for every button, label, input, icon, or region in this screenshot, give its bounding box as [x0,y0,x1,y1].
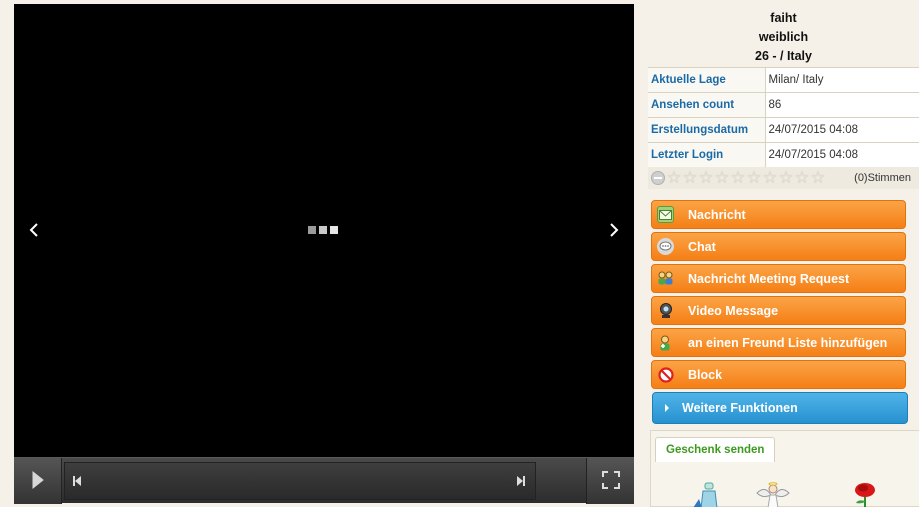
video-message-label: Video Message [688,303,779,318]
add-friend-icon [657,334,674,351]
message-icon [657,206,674,223]
chat-icon [657,238,674,255]
profile-panel: faiht weiblich 26 - / Italy Aktuelle Lag… [648,0,919,507]
meeting-label: Nachricht Meeting Request [688,271,850,286]
meeting-request-button[interactable]: Nachricht Meeting Request [651,264,906,293]
play-icon [31,470,45,493]
info-label: Erstellungsdatum [648,117,766,143]
star-icon[interactable]: ☆ [810,169,826,186]
info-value: 24/07/2015 04:08 [765,117,919,143]
info-value: 24/07/2015 04:08 [765,142,919,168]
gift-section: Geschenk senden [650,430,919,507]
star-icon[interactable]: ☆ [746,169,762,186]
message-label: Nachricht [688,207,746,222]
block-icon [657,366,674,383]
info-value: Milan/ Italy [765,67,919,93]
star-icon[interactable]: ☆ [682,169,698,186]
player-controls [14,457,634,504]
fullscreen-icon [601,470,621,493]
add-friend-label: an einen Freund Liste hinzufügen [688,335,888,350]
star-icon[interactable]: ☆ [778,169,794,186]
tab-send-gift[interactable]: Geschenk senden [655,437,776,462]
profile-name: faiht [770,11,797,25]
skip-forward-icon[interactable] [512,470,530,492]
profile-actions: Nachricht Chat Nachricht Meeting Request… [651,200,906,392]
perfume-gift-icon[interactable] [691,481,727,507]
add-friend-button[interactable]: an einen Freund Liste hinzufügen [651,328,906,357]
star-rating[interactable]: ☆ ☆ ☆ ☆ ☆ ☆ ☆ ☆ ☆ ☆ [666,169,826,186]
caret-right-icon [665,404,669,412]
profile-header: faiht weiblich 26 - / Italy [648,0,919,66]
star-icon[interactable]: ☆ [714,169,730,186]
table-row: Ansehen count 86 [648,92,919,118]
media-player [14,4,634,504]
profile-info-table: Aktuelle Lage Milan/ Italy Ansehen count… [648,67,919,168]
clear-rating-icon[interactable] [651,171,665,185]
star-icon[interactable]: ☆ [730,169,746,186]
video-stage[interactable] [14,4,634,457]
loading-dots-icon [308,226,338,234]
skip-back-icon[interactable] [68,470,86,492]
info-label: Aktuelle Lage [648,67,766,93]
chat-button[interactable]: Chat [651,232,906,261]
info-value: 86 [765,92,919,118]
chevron-left-icon[interactable] [22,218,46,242]
table-row: Aktuelle Lage Milan/ Italy [648,67,919,93]
block-label: Block [688,367,723,382]
star-icon[interactable]: ☆ [666,169,682,186]
rose-gift-icon[interactable] [847,481,883,507]
play-button[interactable] [14,458,62,504]
more-functions-button[interactable]: Weitere Funktionen [652,392,908,424]
chevron-right-icon[interactable] [602,218,626,242]
table-row: Letzter Login 24/07/2015 04:08 [648,142,919,168]
info-label: Ansehen count [648,92,766,118]
block-button[interactable]: Block [651,360,906,389]
more-functions-label: Weitere Funktionen [682,401,798,415]
votes-count: (0)Stimmen [854,172,911,184]
angel-gift-icon[interactable] [755,481,791,507]
chat-label: Chat [688,239,716,254]
profile-age-location: 26 - / Italy [755,49,812,63]
video-message-button[interactable]: Video Message [651,296,906,325]
message-button[interactable]: Nachricht [651,200,906,229]
rating-bar: ☆ ☆ ☆ ☆ ☆ ☆ ☆ ☆ ☆ ☆ (0)Stimmen [648,167,919,189]
info-label: Letzter Login [648,142,766,168]
fullscreen-button[interactable] [586,458,634,504]
table-row: Erstellungsdatum 24/07/2015 04:08 [648,117,919,143]
star-icon[interactable]: ☆ [762,169,778,186]
webcam-icon [657,302,674,319]
star-icon[interactable]: ☆ [698,169,714,186]
profile-gender: weiblich [758,30,809,44]
meeting-icon [657,270,674,287]
star-icon[interactable]: ☆ [794,169,810,186]
playlist-track[interactable] [64,462,536,500]
